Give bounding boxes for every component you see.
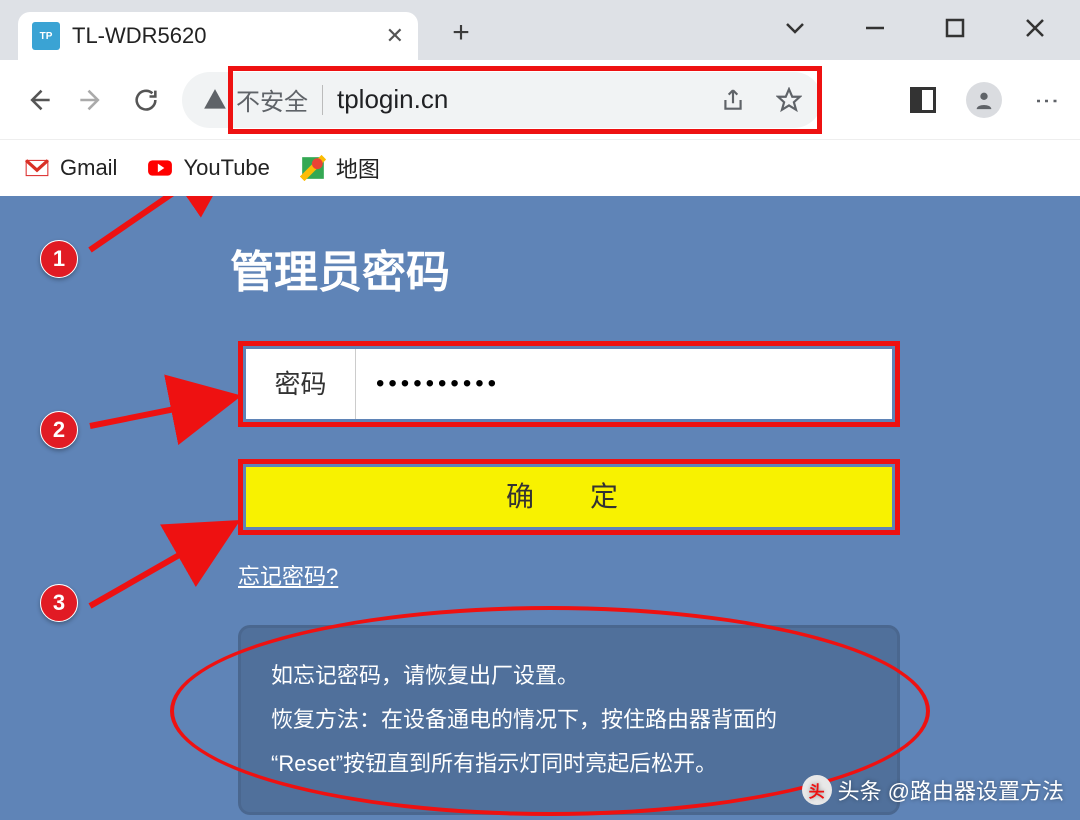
share-icon[interactable]: [720, 87, 746, 113]
star-icon[interactable]: [776, 87, 802, 113]
login-form: 密码 确 定 忘记密码? 如忘记密码，请恢复出厂设置。 恢复方法：在设备通电的情…: [238, 341, 900, 815]
more-menu-icon[interactable]: ⋮: [1032, 89, 1060, 111]
side-panel-icon[interactable]: [910, 87, 936, 113]
watermark-icon: 头: [802, 775, 832, 805]
forward-button: [74, 82, 110, 118]
gmail-icon: [24, 155, 50, 181]
chevron-down-icon[interactable]: [775, 16, 815, 40]
close-tab-icon[interactable]: ✕: [386, 23, 404, 49]
annotation-highlight-submit: 确 定: [238, 459, 900, 535]
watermark: 头 头条 @路由器设置方法: [802, 774, 1064, 806]
watermark-text: @路由器设置方法: [888, 774, 1064, 806]
browser-tabstrip: TP TL-WDR5620 ✕ +: [0, 0, 1080, 60]
info-line: 恢复方法：在设备通电的情况下，按住路由器背面的: [271, 698, 867, 742]
info-line: “Reset”按钮直到所有指示灯同时亮起后松开。: [271, 742, 867, 786]
annotation-badge-1: 1: [40, 240, 78, 278]
bookmark-gmail[interactable]: Gmail: [24, 155, 117, 181]
bookmark-label: Gmail: [60, 155, 117, 181]
window-controls: [775, 0, 1080, 58]
maximize-icon[interactable]: [935, 16, 975, 40]
submit-button[interactable]: 确 定: [246, 467, 892, 527]
back-button[interactable]: [20, 82, 56, 118]
browser-tab-active[interactable]: TP TL-WDR5620 ✕: [18, 12, 418, 60]
annotation-arrow-1: [80, 196, 250, 270]
annotation-badge-3: 3: [40, 584, 78, 622]
url-text: tplogin.cn: [337, 84, 448, 115]
page-title: 管理员密码: [230, 236, 450, 300]
info-line: 如忘记密码，请恢复出厂设置。: [271, 654, 867, 698]
annotation-arrow-2: [80, 356, 250, 446]
annotation-badge-2: 2: [40, 411, 78, 449]
divider: [322, 85, 323, 115]
password-row: 密码: [246, 349, 892, 419]
browser-toolbar: 不安全 tplogin.cn ⋮: [0, 60, 1080, 140]
bookmark-label: 地图: [336, 152, 380, 184]
profile-avatar[interactable]: [966, 82, 1002, 118]
password-input[interactable]: [356, 349, 892, 419]
tab-title: TL-WDR5620: [72, 23, 374, 49]
bookmarks-bar: Gmail YouTube 地图: [0, 140, 1080, 196]
bookmark-maps[interactable]: 地图: [300, 152, 380, 184]
security-indicator[interactable]: 不安全: [202, 82, 308, 117]
warning-icon: [202, 87, 228, 113]
new-tab-button[interactable]: +: [440, 12, 482, 54]
watermark-prefix: 头条: [838, 774, 882, 806]
forgot-password-link[interactable]: 忘记密码?: [238, 559, 338, 591]
youtube-icon: [147, 155, 173, 181]
annotation-arrow-3: [80, 506, 250, 626]
address-bar[interactable]: 不安全 tplogin.cn: [182, 72, 822, 128]
minimize-icon[interactable]: [855, 16, 895, 40]
close-window-icon[interactable]: [1015, 16, 1055, 40]
annotation-highlight-password: 密码: [238, 341, 900, 427]
password-label: 密码: [246, 349, 356, 419]
maps-icon: [300, 155, 326, 181]
reload-button[interactable]: [128, 82, 164, 118]
bookmark-label: YouTube: [183, 155, 269, 181]
bookmark-youtube[interactable]: YouTube: [147, 155, 269, 181]
favicon: TP: [32, 22, 60, 50]
insecure-label: 不安全: [236, 82, 308, 117]
router-login-page: 管理员密码 1 2 3 密码 确 定 忘记密码? 如忘记密码，请恢复出厂设置。 …: [0, 196, 1080, 820]
